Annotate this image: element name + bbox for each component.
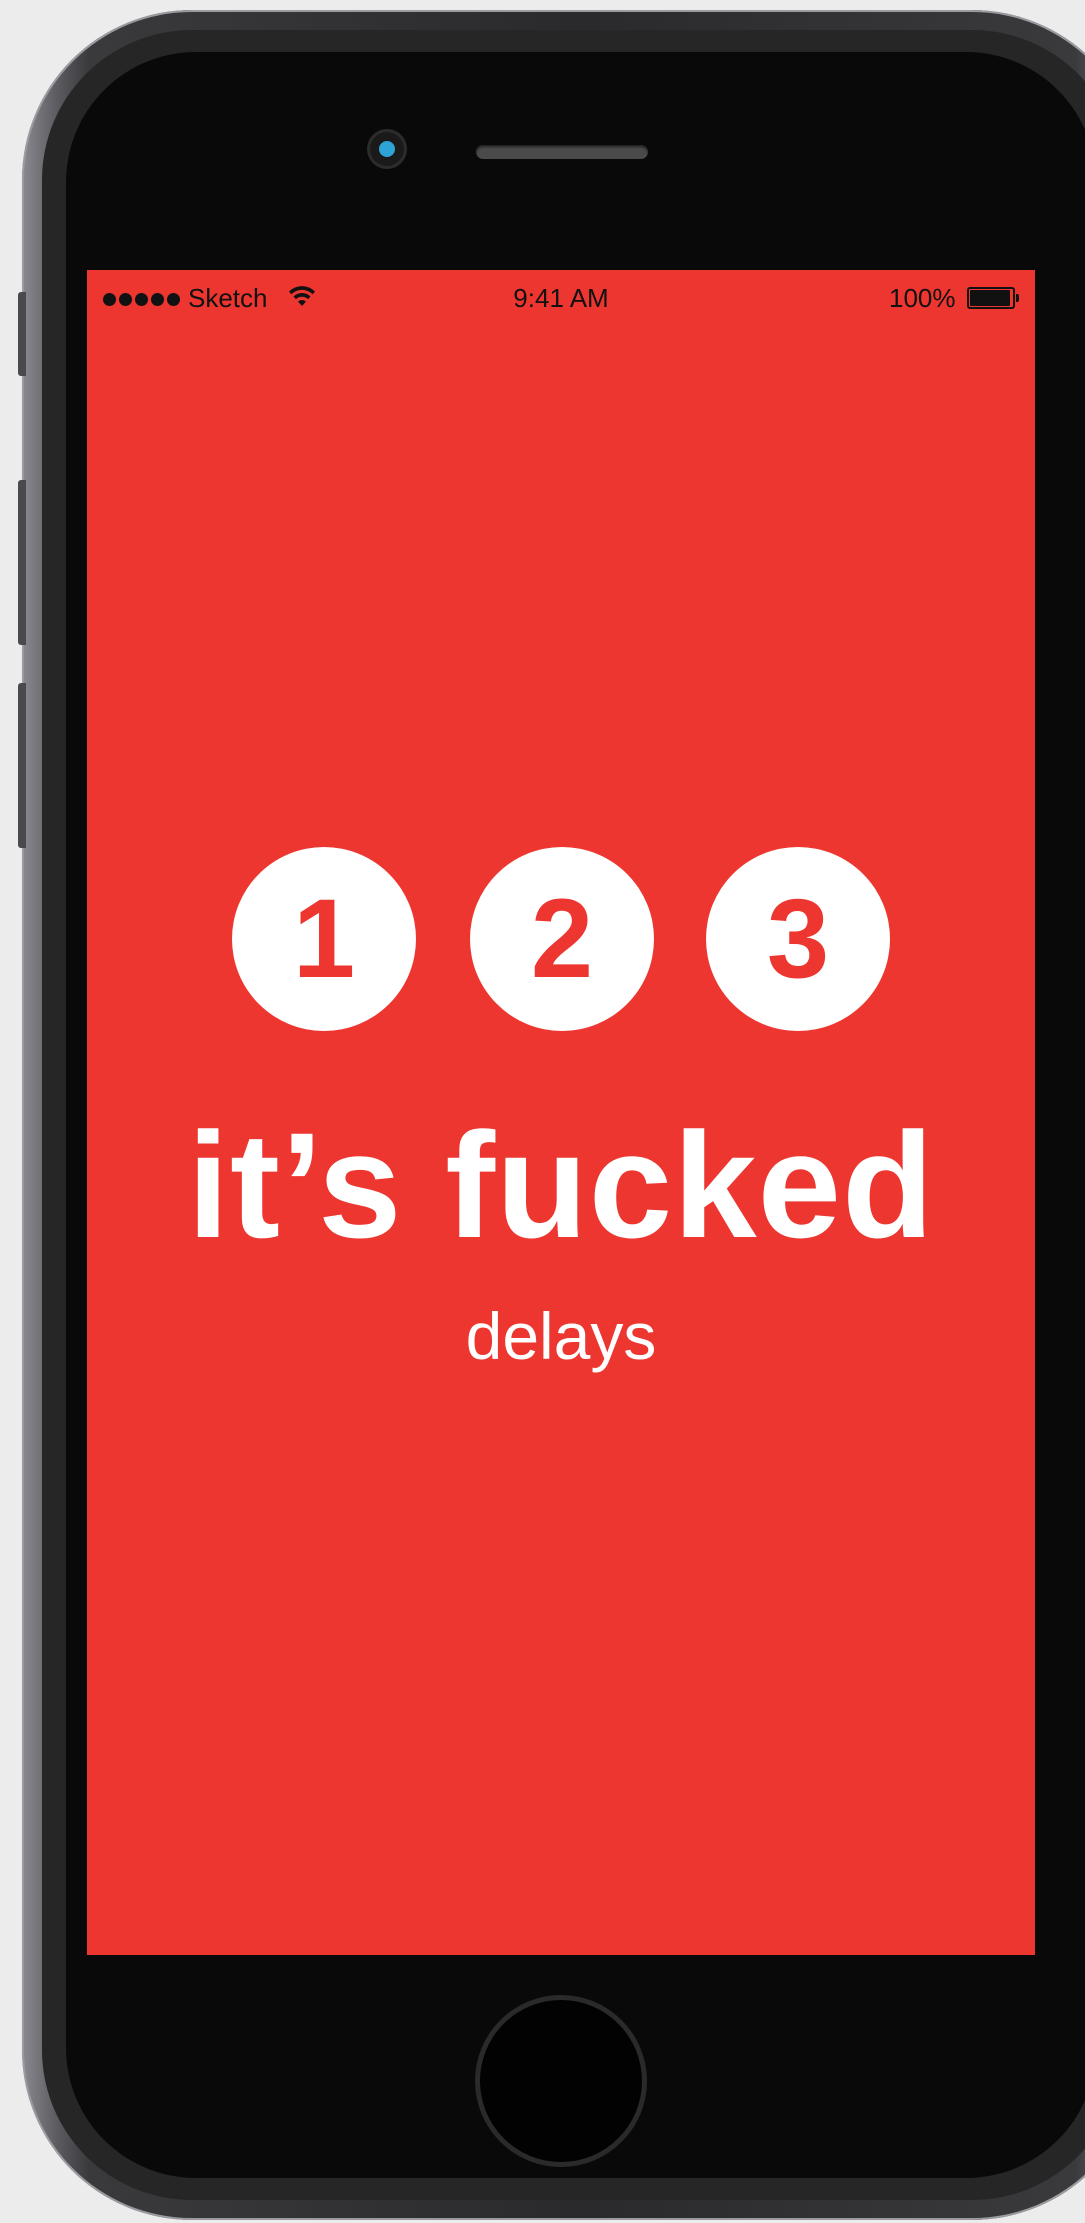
route-bullet-2[interactable]: 2	[470, 847, 654, 1031]
battery-percentage: 100%	[889, 283, 956, 313]
earpiece-speaker	[476, 145, 648, 159]
battery-full-icon	[967, 287, 1019, 309]
service-status-headline: it’s fucked	[187, 1101, 935, 1269]
status-bar: Sketch 9:41 AM 100%	[87, 270, 1035, 330]
service-status-detail: delays	[465, 1299, 657, 1373]
mute-switch	[18, 292, 26, 376]
app-screen: Sketch 9:41 AM 100% 1 2 3 it’s fucked de…	[87, 270, 1035, 1955]
volume-down-button	[18, 683, 26, 848]
route-bullet-1[interactable]: 1	[232, 847, 416, 1031]
volume-up-button	[18, 480, 26, 645]
front-camera-icon	[370, 132, 404, 166]
device-mockup: Sketch 9:41 AM 100% 1 2 3 it’s fucked de…	[0, 0, 1085, 2223]
route-bullet-3[interactable]: 3	[706, 847, 890, 1031]
home-button[interactable]	[480, 2000, 642, 2162]
